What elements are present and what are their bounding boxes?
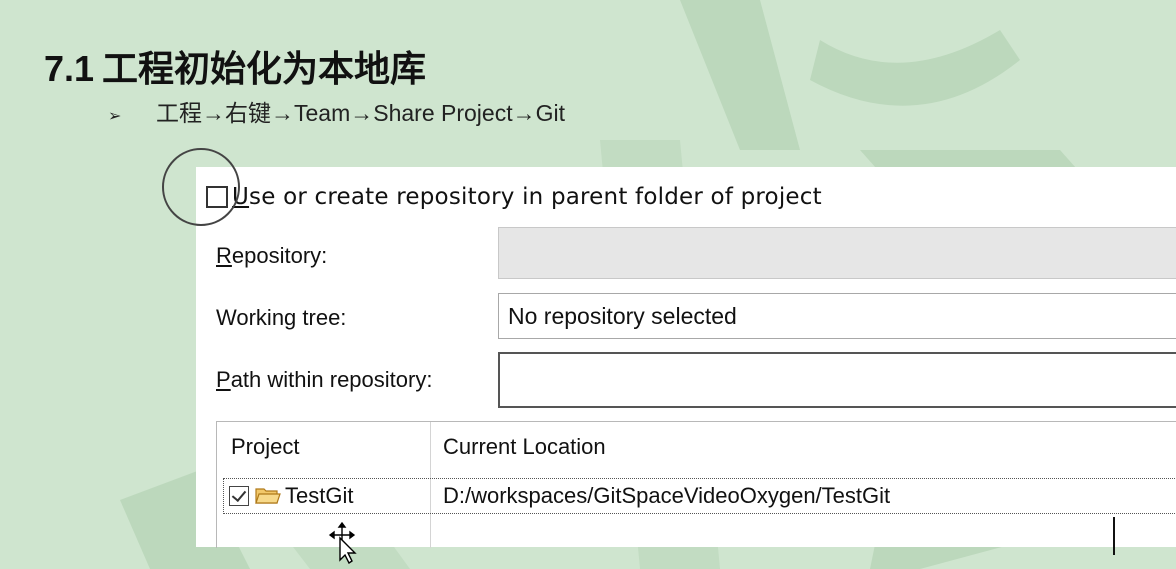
path-within-repo-input[interactable] bbox=[498, 352, 1176, 408]
project-checkbox[interactable] bbox=[229, 486, 249, 506]
move-cursor-icon bbox=[328, 522, 357, 564]
instruction-bullet: ➢ 工程→右键→Team→Share Project→Git bbox=[108, 94, 565, 128]
working-tree-field: No repository selected bbox=[498, 293, 1176, 339]
bullet-text: 工程→右键→Team→Share Project→Git bbox=[156, 100, 565, 126]
project-cell[interactable]: TestGit bbox=[229, 478, 353, 514]
repository-label: Repository: bbox=[216, 243, 328, 268]
column-header-current-location[interactable]: Current Location bbox=[443, 422, 606, 472]
location-cell: D:/workspaces/GitSpaceVideoOxygen/TestGi… bbox=[443, 483, 891, 508]
path-within-repo-label: Path within repository: bbox=[216, 367, 433, 392]
annotation-circle bbox=[162, 148, 240, 226]
repository-field bbox=[498, 227, 1176, 279]
folder-icon bbox=[255, 488, 281, 504]
arrowhead-bullet-icon: ➢ bbox=[108, 108, 122, 125]
share-project-dialog: Use or create repository in parent folde… bbox=[196, 167, 1176, 555]
projects-table: Project Current Location TestGit D:/work… bbox=[216, 421, 1176, 548]
use-parent-repo-option[interactable]: Use or create repository in parent folde… bbox=[206, 184, 822, 210]
section-number: 7.1 bbox=[44, 48, 95, 89]
working-tree-label: Working tree: bbox=[216, 305, 347, 330]
resize-edge-marker bbox=[1113, 517, 1115, 555]
column-header-project[interactable]: Project bbox=[231, 422, 299, 472]
project-name: TestGit bbox=[285, 483, 354, 508]
section-title: 工程初始化为本地库 bbox=[102, 48, 427, 90]
use-parent-repo-label[interactable]: Use or create repository in parent folde… bbox=[232, 184, 822, 210]
slide-title: 7.1 工程初始化为本地库 bbox=[44, 40, 426, 92]
